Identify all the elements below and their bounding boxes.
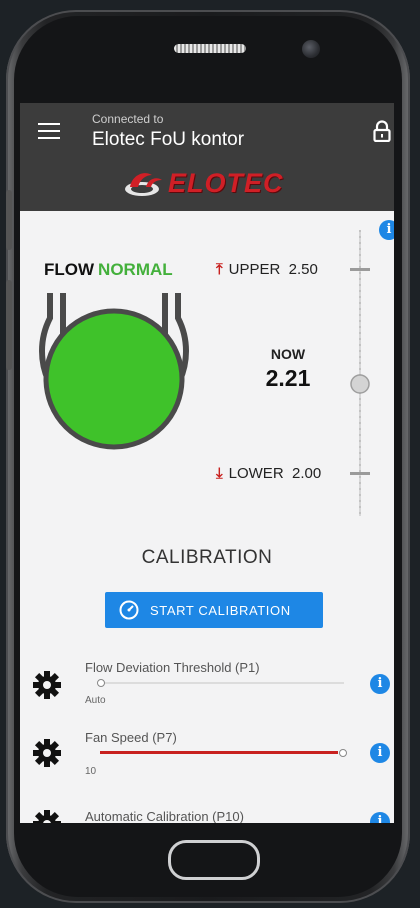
upper-value: 2.50: [288, 261, 318, 278]
lower-limit: ⤓ LOWER 2.00: [216, 465, 321, 482]
info-icon[interactable]: i: [370, 674, 390, 694]
front-camera: [302, 40, 320, 58]
app-bar: Connected to Elotec FoU kontor ELOTEC: [20, 103, 394, 211]
info-icon[interactable]: i: [379, 220, 394, 240]
upper-label: UPPER: [228, 261, 281, 278]
upper-limit-handle[interactable]: [350, 268, 370, 271]
flow-status: NORMAL: [98, 260, 173, 279]
parameter-slider-thumb[interactable]: [97, 679, 105, 687]
flow-indicator-pipe: [39, 293, 189, 450]
now-value: 2.21: [265, 365, 311, 391]
phone-side-button: [6, 190, 12, 250]
now-value-handle[interactable]: [350, 374, 370, 394]
info-icon[interactable]: i: [370, 743, 390, 763]
lock-icon[interactable]: [372, 120, 392, 142]
now-label: NOW: [270, 346, 306, 362]
elotec-logo: ELOTEC: [122, 167, 312, 199]
flow-label: FLOW: [44, 260, 95, 279]
arrow-up-icon: ⤒: [216, 261, 223, 278]
flow-status-title: FLOW NORMAL: [44, 260, 173, 280]
parameter-slider-track[interactable]: [100, 682, 344, 684]
arrow-down-icon: ⤓: [216, 465, 223, 482]
home-button[interactable]: [168, 840, 260, 880]
upper-limit: ⤒ UPPER 2.50: [216, 261, 318, 278]
gear-icon[interactable]: [32, 809, 62, 823]
info-icon[interactable]: i: [370, 812, 390, 823]
start-calibration-button[interactable]: START CALIBRATION: [105, 592, 323, 628]
parameter-name: Flow Deviation Threshold (P1): [85, 660, 260, 675]
lower-label: LOWER: [228, 465, 284, 482]
parameter-slider-thumb[interactable]: [339, 749, 347, 757]
parameter-name: Fan Speed (P7): [85, 730, 177, 745]
parameter-slider-track[interactable]: [100, 751, 338, 754]
start-calibration-label: START CALIBRATION: [150, 603, 291, 618]
logo-text: ELOTEC: [168, 168, 284, 198]
lower-value: 2.00: [292, 465, 322, 482]
gear-icon[interactable]: [32, 738, 62, 768]
flow-indicator-circle: [48, 313, 180, 445]
device-name: Elotec FoU kontor: [92, 129, 245, 150]
parameter-row-p1: Flow Deviation Threshold (P1) Auto i: [20, 655, 394, 725]
elotec-logo-mark-icon: [125, 173, 162, 196]
app-screen: Connected to Elotec FoU kontor ELOTEC i …: [20, 103, 394, 823]
parameter-row-p7: Fan Speed (P7) 10 i: [20, 723, 394, 793]
lower-limit-handle[interactable]: [350, 472, 370, 475]
gear-icon[interactable]: [32, 670, 62, 700]
calibration-title: CALIBRATION: [141, 547, 273, 568]
parameter-row-p10: Automatic Calibration (P10) i: [20, 803, 394, 823]
parameter-value: 10: [85, 766, 97, 777]
phone-side-button: [6, 280, 12, 370]
flow-range-slider[interactable]: [342, 228, 378, 518]
speaker-grille: [174, 44, 246, 53]
connected-label: Connected to: [92, 112, 164, 126]
parameter-value: Auto: [85, 695, 106, 706]
speedometer-icon: [119, 600, 139, 620]
parameter-name: Automatic Calibration (P10): [85, 809, 244, 823]
hamburger-menu-icon[interactable]: [38, 123, 60, 139]
